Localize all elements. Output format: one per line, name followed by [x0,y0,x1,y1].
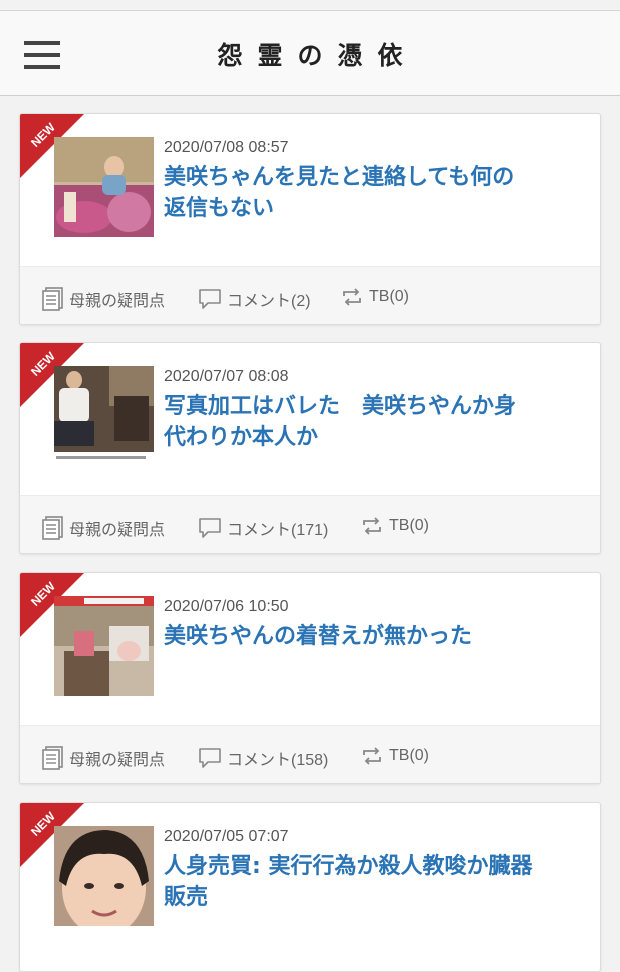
post-title-link[interactable]: 人身売買: 実行行為か殺人教唆か臓器 販売 [164,851,584,913]
document-icon [42,287,63,311]
trackback-count: TB(0) [369,288,409,305]
comment-bubble-icon [199,518,221,538]
category-link[interactable]: 母親の疑問点 [42,287,165,311]
post-footer: 母親の疑問点 コメント(2) TB(0) [20,266,600,324]
site-title: 怨霊の憑依 [217,41,418,70]
trackback-link[interactable]: TB(0) [360,746,429,766]
document-icon [42,516,63,540]
post-thumbnail[interactable] [54,137,154,237]
trackback-link[interactable]: TB(0) [340,287,409,307]
post-thumbnail[interactable] [54,596,154,696]
post-title-link[interactable]: 美咲ちゃんを見たと連絡しても何の 返信もない [164,162,584,224]
post-title-line: 写真加工はバレた 美咲ちやんか身 [164,394,517,419]
post-title-line: 返信もない [164,196,275,221]
post-footer: 母親の疑問点 コメント(158) TB(0) [20,725,600,783]
post-card: NEW 2020/07/07 08:08 写真加工はバレた 美咲ちやんか身 代わ… [19,342,601,554]
post-title-line: 販売 [164,885,209,910]
post-title-line: 美咲ちゃんを見たと連絡しても何の [164,165,515,190]
post-thumbnail[interactable] [54,826,154,926]
category-label: 母親の疑問点 [69,293,166,310]
category-label: 母親の疑問点 [69,752,166,769]
trackback-icon [363,747,381,765]
post-date: 2020/07/07 08:08 [164,368,289,385]
comments-count: コメント(171) [227,522,329,539]
trackback-count: TB(0) [389,747,429,764]
comments-link[interactable]: コメント(2) [198,287,311,311]
post-date: 2020/07/06 10:50 [164,598,289,615]
trackback-link[interactable]: TB(0) [360,516,429,536]
category-link[interactable]: 母親の疑問点 [42,746,165,770]
post-card: NEW 2020/07/08 08:57 美咲ちゃんを見たと連絡しても何の 返信… [19,113,601,325]
comments-link[interactable]: コメント(158) [198,746,328,770]
trackback-count: TB(0) [389,517,429,534]
post-date: 2020/07/08 08:57 [164,139,289,156]
post-title-line: 代わりか本人か [164,425,319,450]
post-title-link[interactable]: 美咲ちやんの着替えが無かった [164,621,584,652]
comment-bubble-icon [199,748,221,768]
post-date: 2020/07/05 07:07 [164,828,289,845]
post-title-line: 人身売買: 実行行為か殺人教唆か臓器 [164,854,533,879]
post-footer: 母親の疑問点 コメント(171) TB(0) [20,495,600,553]
comments-count: コメント(2) [227,293,311,310]
post-thumbnail[interactable] [54,366,154,466]
trackback-icon [343,288,361,306]
post-title-link[interactable]: 写真加工はバレた 美咲ちやんか身 代わりか本人か [164,391,584,453]
trackback-icon [363,517,381,535]
post-title-line: 美咲ちやんの着替えが無かった [164,624,473,649]
site-header: 怨霊の憑依 [0,10,620,96]
comments-count: コメント(158) [227,752,329,769]
comment-bubble-icon [199,289,221,309]
category-link[interactable]: 母親の疑問点 [42,516,165,540]
document-icon [42,746,63,770]
comments-link[interactable]: コメント(171) [198,516,328,540]
post-card: NEW 2020/07/06 10:50 美咲ちやんの着替えが無かった 母親の疑… [19,572,601,784]
post-card: NEW 2020/07/05 07:07 人身売買: 実行行為か殺人教唆か臓器 … [19,802,601,972]
category-label: 母親の疑問点 [69,522,166,539]
